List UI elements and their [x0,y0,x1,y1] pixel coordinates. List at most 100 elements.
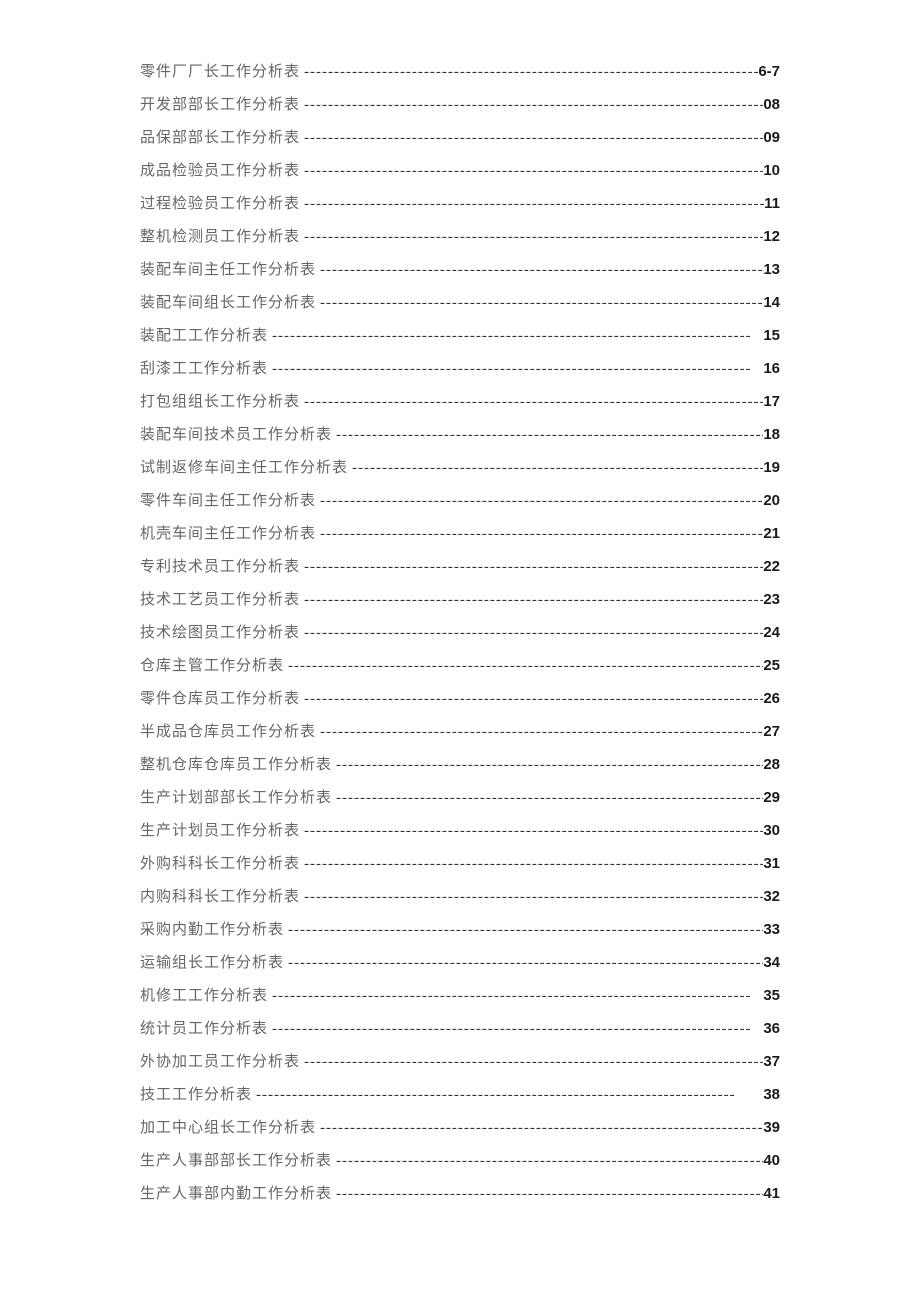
toc-entry: 刮漆工工作分析表 -------------------------------… [140,357,780,381]
toc-entry: 打包组组长工作分析表 -----------------------------… [140,390,780,414]
toc-entry-page: 11 [764,192,780,216]
toc-entry: 生产计划员工作分析表 -----------------------------… [140,819,780,843]
toc-leader: ----------------------------------------… [316,489,763,513]
toc-entry-page: 40 [763,1149,780,1173]
toc-entry: 半成品仓库员工作分析表 ----------------------------… [140,720,780,744]
toc-entry-title: 装配车间技术员工作分析表 [140,423,332,447]
toc-leader: ----------------------------------------… [284,918,763,942]
toc-entry-title: 外协加工员工作分析表 [140,1050,300,1074]
toc-entry-title: 试制返修车间主任工作分析表 [140,456,348,480]
toc-entry-page: 16 [763,357,780,381]
toc-entry-title: 生产计划员工作分析表 [140,819,300,843]
toc-entry: 零件厂厂长工作分析表 -----------------------------… [140,60,780,84]
toc-entry-page: 30 [763,819,780,843]
toc-leader: ----------------------------------------… [284,654,763,678]
toc-leader: ----------------------------------------… [348,456,763,480]
toc-entry: 装配车间组长工作分析表 ----------------------------… [140,291,780,315]
toc-leader: ----------------------------------------… [268,357,763,381]
toc-entry-title: 零件厂厂长工作分析表 [140,60,300,84]
toc-entry: 品保部部长工作分析表 -----------------------------… [140,126,780,150]
toc-leader: ----------------------------------------… [284,951,763,975]
toc-entry: 仓库主管工作分析表 ------------------------------… [140,654,780,678]
toc-entry: 整机仓库仓库员工作分析表 ---------------------------… [140,753,780,777]
toc-entry: 零件仓库员工作分析表 -----------------------------… [140,687,780,711]
toc-leader: ----------------------------------------… [300,687,763,711]
toc-entry-page: 29 [763,786,780,810]
toc-entry-title: 刮漆工工作分析表 [140,357,268,381]
toc-leader: ----------------------------------------… [300,852,763,876]
toc-entry-page: 38 [763,1083,780,1107]
toc-entry-title: 技工工作分析表 [140,1083,252,1107]
toc-leader: ----------------------------------------… [300,588,763,612]
toc-entry-title: 品保部部长工作分析表 [140,126,300,150]
toc-entry: 装配工工作分析表 -------------------------------… [140,324,780,348]
toc-entry-page: 21 [763,522,780,546]
toc-entry: 机壳车间主任工作分析表 ----------------------------… [140,522,780,546]
toc-entry: 开发部部长工作分析表 -----------------------------… [140,93,780,117]
toc-entry: 采购内勤工作分析表 ------------------------------… [140,918,780,942]
toc-entry-page: 12 [763,225,780,249]
toc-entry-title: 装配工工作分析表 [140,324,268,348]
toc-entry-page: 20 [763,489,780,513]
toc-leader: ----------------------------------------… [316,720,763,744]
toc-leader: ----------------------------------------… [268,984,763,1008]
toc-entry: 加工中心组长工作分析表 ----------------------------… [140,1116,780,1140]
toc-entry: 专利技术员工作分析表 -----------------------------… [140,555,780,579]
toc-entry-title: 零件车间主任工作分析表 [140,489,316,513]
toc-entry-page: 6-7 [758,60,780,84]
toc-entry: 装配车间主任工作分析表 ----------------------------… [140,258,780,282]
toc-entry: 运输组长工作分析表 ------------------------------… [140,951,780,975]
toc-entry-title: 成品检验员工作分析表 [140,159,300,183]
toc-entry-title: 专利技术员工作分析表 [140,555,300,579]
toc-leader: ----------------------------------------… [268,1017,763,1041]
toc-leader: ----------------------------------------… [300,390,763,414]
toc-entry-page: 15 [763,324,780,348]
toc-entry-page: 24 [763,621,780,645]
toc-leader: ----------------------------------------… [300,885,763,909]
toc-entry-page: 41 [763,1182,780,1206]
toc-entry-title: 装配车间组长工作分析表 [140,291,316,315]
toc-leader: ----------------------------------------… [332,753,763,777]
toc-entry-page: 32 [763,885,780,909]
toc-entry-title: 整机检测员工作分析表 [140,225,300,249]
toc-entry: 成品检验员工作分析表 -----------------------------… [140,159,780,183]
toc-entry-page: 18 [763,423,780,447]
toc-entry-page: 31 [763,852,780,876]
toc-entry: 整机检测员工作分析表 -----------------------------… [140,225,780,249]
toc-entry: 外协加工员工作分析表 -----------------------------… [140,1050,780,1074]
toc-leader: ----------------------------------------… [300,225,763,249]
toc-entry: 技工工作分析表 --------------------------------… [140,1083,780,1107]
toc-entry-title: 生产人事部内勤工作分析表 [140,1182,332,1206]
toc-entry-title: 仓库主管工作分析表 [140,654,284,678]
toc-entry-page: 25 [763,654,780,678]
toc-entry: 技术工艺员工作分析表 -----------------------------… [140,588,780,612]
toc-entry-page: 26 [763,687,780,711]
toc-entry-title: 加工中心组长工作分析表 [140,1116,316,1140]
toc-entry-title: 生产计划部部长工作分析表 [140,786,332,810]
toc-entry-title: 打包组组长工作分析表 [140,390,300,414]
toc-entry-title: 内购科科长工作分析表 [140,885,300,909]
toc-entry: 生产计划部部长工作分析表 ---------------------------… [140,786,780,810]
toc-leader: ----------------------------------------… [268,324,763,348]
toc-leader: ----------------------------------------… [316,258,763,282]
toc-entry-page: 39 [763,1116,780,1140]
toc-entry-title: 过程检验员工作分析表 [140,192,300,216]
toc-entry-page: 14 [763,291,780,315]
toc-entry-title: 装配车间主任工作分析表 [140,258,316,282]
toc-entry-page: 34 [763,951,780,975]
toc-leader: ----------------------------------------… [300,159,763,183]
toc-leader: ----------------------------------------… [332,786,763,810]
toc-entry-title: 统计员工作分析表 [140,1017,268,1041]
toc-entry-title: 生产人事部部长工作分析表 [140,1149,332,1173]
toc-entry-title: 开发部部长工作分析表 [140,93,300,117]
toc-entry: 机修工工作分析表 -------------------------------… [140,984,780,1008]
toc-leader: ----------------------------------------… [300,1050,763,1074]
toc-entry: 过程检验员工作分析表 -----------------------------… [140,192,780,216]
toc-leader: ----------------------------------------… [252,1083,763,1107]
toc-leader: ----------------------------------------… [300,621,763,645]
toc-entry-page: 09 [763,126,780,150]
toc-entry-page: 35 [763,984,780,1008]
toc-entry-page: 10 [763,159,780,183]
toc-entry-title: 机壳车间主任工作分析表 [140,522,316,546]
table-of-contents: 零件厂厂长工作分析表 -----------------------------… [140,60,780,1206]
